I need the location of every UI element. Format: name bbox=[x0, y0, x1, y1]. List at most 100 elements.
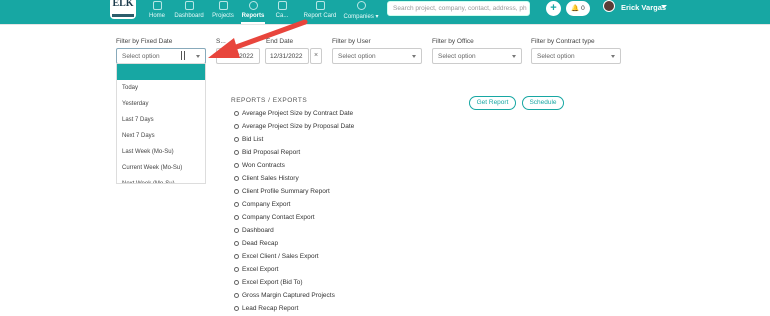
report-option[interactable]: Company Export bbox=[234, 198, 354, 211]
fixed-date-select[interactable]: Select option bbox=[116, 48, 206, 64]
report-option-label: Excel Export bbox=[242, 266, 279, 273]
companies-icon bbox=[356, 1, 366, 10]
clear-dates-button[interactable]: × bbox=[310, 48, 322, 64]
contract-type-filter-select[interactable]: Select option bbox=[531, 48, 621, 64]
user-filter-select[interactable]: Select option bbox=[332, 48, 422, 64]
avatar[interactable] bbox=[603, 0, 615, 12]
logo-banner bbox=[112, 14, 134, 17]
radio-icon[interactable] bbox=[234, 124, 239, 129]
user-menu-caret-icon[interactable] bbox=[661, 5, 667, 8]
report-option-label: Client Sales History bbox=[242, 175, 299, 182]
report-option[interactable]: Average Project Size by Proposal Date bbox=[234, 120, 354, 133]
report-option[interactable]: Dashboard bbox=[234, 224, 354, 237]
report-option[interactable]: Gross Margin Captured Projects bbox=[234, 289, 354, 302]
radio-icon[interactable] bbox=[234, 189, 239, 194]
nav-home-label: Home bbox=[148, 13, 165, 19]
report-option[interactable]: Client Sales History bbox=[234, 172, 354, 185]
report-option-label: Average Project Size by Proposal Date bbox=[242, 123, 355, 130]
add-button[interactable]: + bbox=[546, 1, 561, 16]
radio-icon[interactable] bbox=[234, 111, 239, 116]
text-cursor-icon bbox=[181, 51, 185, 60]
radio-icon[interactable] bbox=[234, 176, 239, 181]
contract-type-filter-placeholder: Select option bbox=[537, 53, 575, 60]
report-option[interactable]: Client Profile Summary Report bbox=[234, 185, 354, 198]
radio-icon[interactable] bbox=[234, 228, 239, 233]
dropdown-option[interactable]: Last Week (Mo-Su) bbox=[117, 144, 205, 160]
divider bbox=[0, 24, 770, 25]
report-option[interactable]: Bid List bbox=[234, 133, 354, 146]
report-option[interactable]: Average Project Size by Contract Date bbox=[234, 107, 354, 120]
report-option-label: Company Contact Export bbox=[242, 214, 315, 221]
fixed-date-dropdown: Today Yesterday Last 7 Days Next 7 Days … bbox=[116, 63, 206, 184]
folder-icon bbox=[218, 1, 228, 10]
nav-companies-label: Companies ▾ bbox=[343, 14, 379, 20]
notifications-badge[interactable]: 🔔 0 bbox=[566, 1, 590, 16]
report-option-label: Gross Margin Captured Projects bbox=[242, 292, 335, 299]
calendar-icon bbox=[277, 1, 287, 10]
card-icon bbox=[315, 1, 325, 10]
reports-section-title: REPORTS / EXPORTS bbox=[231, 97, 308, 104]
report-option[interactable]: Excel Export (Bid To) bbox=[234, 276, 354, 289]
reports-icon bbox=[248, 1, 258, 10]
home-icon bbox=[152, 1, 162, 10]
radio-icon[interactable] bbox=[234, 280, 239, 285]
chart-icon bbox=[184, 1, 194, 10]
radio-icon[interactable] bbox=[234, 241, 239, 246]
radio-icon[interactable] bbox=[234, 163, 239, 168]
radio-icon[interactable] bbox=[234, 202, 239, 207]
dropdown-highlighted-option[interactable] bbox=[117, 64, 205, 80]
radio-icon[interactable] bbox=[234, 254, 239, 259]
fixed-date-label: Filter by Fixed Date bbox=[116, 38, 173, 45]
radio-icon[interactable] bbox=[234, 137, 239, 142]
dropdown-option[interactable]: Yesterday bbox=[117, 96, 205, 112]
report-option[interactable]: Bid Proposal Report bbox=[234, 146, 354, 159]
radio-icon[interactable] bbox=[234, 306, 239, 311]
report-option-label: Lead Recap Report bbox=[242, 305, 299, 312]
report-option[interactable]: Lead Recap Report bbox=[234, 302, 354, 315]
report-option[interactable]: Company Contact Export bbox=[234, 211, 354, 224]
user-filter-label: Filter by User bbox=[332, 38, 371, 45]
contract-type-filter-label: Filter by Contract type bbox=[531, 38, 595, 45]
dropdown-option[interactable]: Next Week (Mo-Su) bbox=[117, 176, 205, 183]
report-option-label: Company Export bbox=[242, 201, 291, 208]
office-filter-select[interactable]: Select option bbox=[432, 48, 522, 64]
report-option-label: Won Contracts bbox=[242, 162, 285, 169]
nav-home[interactable]: Home bbox=[147, 0, 167, 24]
report-option-label: Client Profile Summary Report bbox=[242, 188, 330, 195]
report-option-label: Excel Export (Bid To) bbox=[242, 279, 303, 286]
report-option-label: Dead Recap bbox=[242, 240, 279, 247]
logo-text: ELK bbox=[112, 0, 134, 9]
radio-icon[interactable] bbox=[234, 267, 239, 272]
top-navbar: ELK Home Dashboard Projects Reports Ca..… bbox=[0, 0, 770, 24]
radio-icon[interactable] bbox=[234, 293, 239, 298]
nav-companies[interactable]: Companies ▾ bbox=[343, 0, 379, 24]
get-report-button[interactable]: Get Report bbox=[469, 96, 516, 110]
report-option[interactable]: Won Contracts bbox=[234, 159, 354, 172]
report-option-label: Excel Client / Sales Export bbox=[242, 253, 319, 260]
user-name[interactable]: Erick Vargas bbox=[621, 3, 666, 12]
report-option-label: Bid Proposal Report bbox=[242, 149, 301, 156]
radio-icon[interactable] bbox=[234, 215, 239, 220]
chevron-down-icon bbox=[512, 55, 516, 58]
office-filter-placeholder: Select option bbox=[438, 53, 476, 60]
report-option-label: Bid List bbox=[242, 136, 264, 143]
fixed-date-placeholder: Select option bbox=[122, 53, 160, 60]
radio-icon[interactable] bbox=[234, 150, 239, 155]
schedule-button[interactable]: Schedule bbox=[522, 96, 564, 110]
report-option-label: Average Project Size by Contract Date bbox=[242, 110, 354, 117]
reports-list: Average Project Size by Contract Date Ave… bbox=[234, 107, 354, 316]
dropdown-option[interactable]: Today bbox=[117, 80, 205, 96]
report-option[interactable]: Excel Client / Sales Export bbox=[234, 250, 354, 263]
dropdown-option[interactable]: Next 7 Days bbox=[117, 128, 205, 144]
dropdown-option[interactable]: Current Week (Mo-Su) bbox=[117, 160, 205, 176]
user-filter-placeholder: Select option bbox=[338, 53, 376, 60]
annotation-arrow-icon bbox=[208, 19, 308, 58]
chevron-down-icon bbox=[611, 55, 615, 58]
report-option-label: Dashboard bbox=[242, 227, 274, 234]
report-option[interactable]: Dead Recap bbox=[234, 237, 354, 250]
chevron-down-icon bbox=[412, 55, 416, 58]
search-input[interactable]: Search project, company, contact, addres… bbox=[387, 1, 530, 16]
office-filter-label: Filter by Office bbox=[432, 38, 474, 45]
report-option[interactable]: Excel Export bbox=[234, 263, 354, 276]
dropdown-option[interactable]: Last 7 Days bbox=[117, 112, 205, 128]
